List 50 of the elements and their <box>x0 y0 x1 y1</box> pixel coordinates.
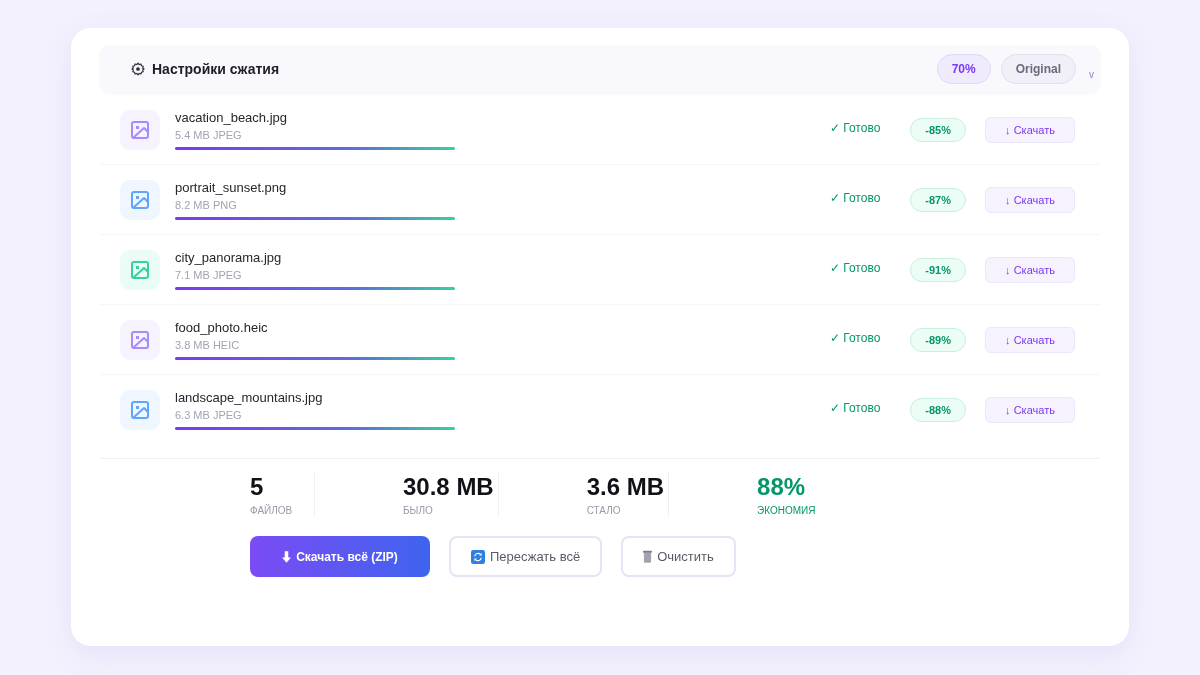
stat-value: 30.8 MB <box>403 473 494 501</box>
savings-badge: -88% <box>910 398 966 422</box>
file-meta: 5.4 MB JPEG <box>175 127 243 142</box>
download-button[interactable]: ↓ Скачать <box>985 397 1075 423</box>
stat-value: 3.6 MB <box>586 473 665 501</box>
savings-badge: -91% <box>910 257 966 282</box>
status-label: ✓ Готово <box>829 260 881 275</box>
download-button[interactable]: ↓ Скачать <box>985 256 1075 283</box>
clear-button[interactable]: Очистить <box>621 536 736 577</box>
gear-icon <box>131 62 145 76</box>
format-pill[interactable]: Original <box>1000 54 1076 84</box>
file-meta: 6.3 MB JPEG <box>175 408 243 422</box>
download-button[interactable]: ↓ Скачать <box>985 186 1075 213</box>
file-name: city_panorama.jpg <box>175 249 283 266</box>
refresh-icon <box>471 549 485 564</box>
file-meta: 7.1 MB JPEG <box>175 267 243 282</box>
image-icon <box>120 319 160 360</box>
stat-value: 88% <box>757 473 807 501</box>
file-name: vacation_beach.jpg <box>175 109 289 126</box>
settings-title: Настройки сжатия <box>152 61 280 77</box>
download-button[interactable]: ↓ Скачать <box>985 326 1075 353</box>
image-icon <box>120 179 160 220</box>
image-icon <box>120 109 160 150</box>
trash-icon <box>643 550 653 563</box>
collapse-toggle[interactable]: v <box>1089 68 1094 80</box>
savings-badge: -85% <box>910 117 966 142</box>
savings-badge: -89% <box>910 327 966 352</box>
stat-label: БЫЛО <box>403 505 434 517</box>
arrow-down-icon <box>282 550 292 563</box>
download-button[interactable]: ↓ Скачать <box>985 116 1075 143</box>
stat-value: 5 <box>250 473 265 501</box>
status-label: ✓ Готово <box>829 330 881 345</box>
recompress-all-button[interactable]: Пересжать всё <box>449 536 603 577</box>
savings-badge: -87% <box>910 187 966 212</box>
file-name: portrait_sunset.png <box>175 179 288 196</box>
stat-label: ФАЙЛОВ <box>250 505 294 517</box>
status-label: ✓ Готово <box>829 120 881 135</box>
stat-label: ЭКОНОМИЯ <box>757 505 817 517</box>
status-label: ✓ Готово <box>829 401 881 415</box>
status-label: ✓ Готово <box>829 190 881 205</box>
file-name: landscape_mountains.jpg <box>175 390 324 406</box>
file-meta: 8.2 MB PNG <box>175 197 238 212</box>
download-all-button[interactable]: Скачать всё (ZIP) <box>250 536 430 577</box>
quality-pill[interactable]: 70% <box>936 54 991 84</box>
stat-label: СТАЛО <box>586 505 622 517</box>
image-icon <box>120 390 160 430</box>
file-name: food_photo.heic <box>175 319 269 336</box>
image-icon <box>120 249 160 290</box>
file-meta: 3.8 MB HEIC <box>175 337 241 352</box>
settings-header[interactable]: Настройки сжатия 70% Original v <box>100 45 1100 93</box>
